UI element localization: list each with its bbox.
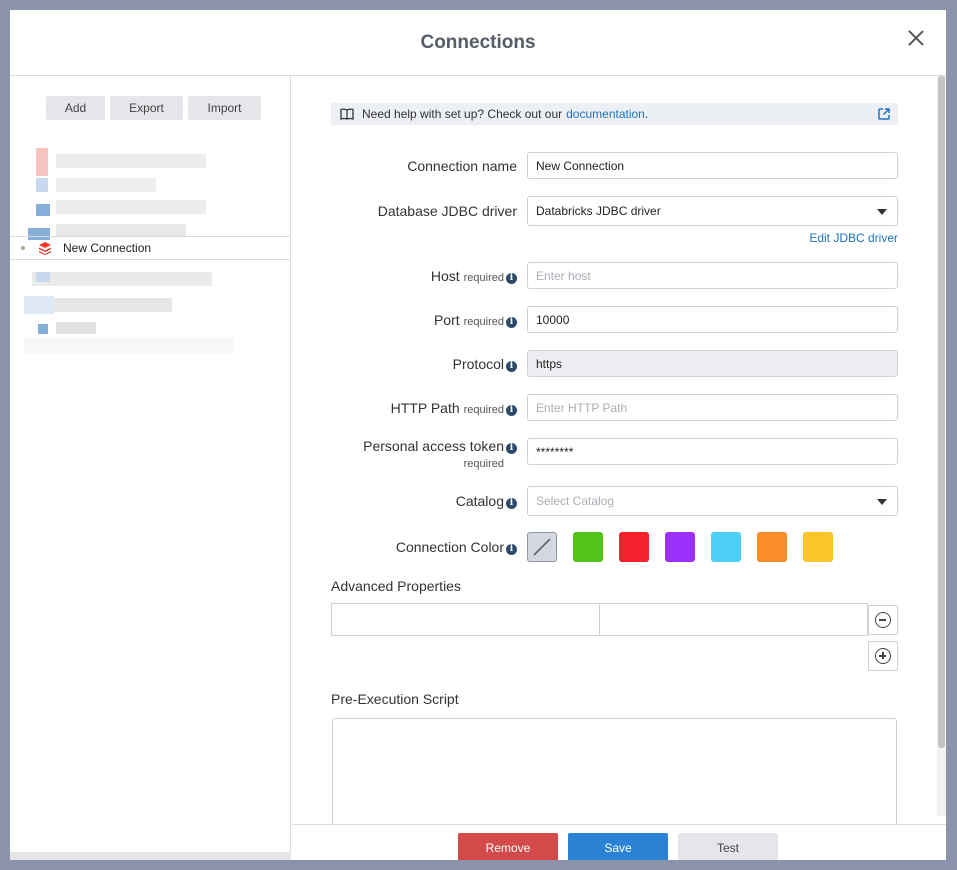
- connection-color-label: Connection Color i: [396, 539, 517, 555]
- connection-form: Need help with set up? Check out our doc…: [292, 76, 946, 860]
- info-icon[interactable]: i: [506, 498, 517, 509]
- property-value-input[interactable]: [599, 604, 867, 635]
- form-scrollbar-thumb[interactable]: [938, 76, 945, 748]
- color-swatch-green[interactable]: [573, 532, 603, 562]
- connection-name-input[interactable]: New Connection: [527, 152, 898, 179]
- jdbc-driver-value: Databricks JDBC driver: [536, 204, 661, 218]
- color-swatch-red[interactable]: [619, 532, 649, 562]
- connection-name-label: Connection name: [407, 158, 517, 174]
- databricks-icon: [39, 242, 51, 255]
- sidebar-toolbar: Add Export Import: [46, 96, 261, 120]
- add-button[interactable]: Add: [46, 96, 105, 120]
- catalog-label: Catalog i: [456, 493, 517, 509]
- protocol-input: https: [527, 350, 898, 377]
- catalog-placeholder: Select Catalog: [536, 494, 615, 508]
- color-swatch-none[interactable]: [527, 532, 557, 562]
- edit-jdbc-driver-link[interactable]: Edit JDBC driver: [809, 231, 898, 245]
- token-input[interactable]: ********: [527, 438, 898, 465]
- book-icon: [340, 108, 354, 120]
- port-label: Port required i: [434, 312, 517, 328]
- dialog-footer: Remove Save Test: [292, 824, 946, 860]
- pre-execution-script-label: Pre-Execution Script: [331, 691, 459, 707]
- info-icon[interactable]: i: [506, 405, 517, 416]
- close-icon[interactable]: [908, 30, 924, 46]
- sidebar-scrollbar[interactable]: [10, 852, 291, 860]
- protocol-label: Protocol i: [453, 356, 517, 372]
- add-property-button[interactable]: [868, 641, 898, 671]
- catalog-select[interactable]: Select Catalog: [527, 486, 898, 516]
- info-icon[interactable]: i: [506, 317, 517, 328]
- property-key-input[interactable]: [332, 604, 599, 635]
- external-link-icon[interactable]: [877, 107, 891, 121]
- color-swatch-orange[interactable]: [757, 532, 787, 562]
- plus-circle-icon: [875, 648, 891, 664]
- export-button[interactable]: Export: [110, 96, 183, 120]
- connection-item-new-connection[interactable]: New Connection: [10, 236, 291, 260]
- jdbc-driver-label: Database JDBC driver: [377, 203, 517, 219]
- advanced-properties-label: Advanced Properties: [331, 578, 461, 594]
- host-input[interactable]: Enter host: [527, 262, 898, 289]
- connections-sidebar: Add Export Import New Connection: [10, 76, 291, 860]
- port-input[interactable]: 10000: [527, 306, 898, 333]
- documentation-link[interactable]: documentation: [566, 107, 645, 121]
- chevron-down-icon: [877, 209, 887, 215]
- pre-execution-script-editor[interactable]: [332, 718, 897, 828]
- test-button[interactable]: Test: [678, 833, 778, 860]
- help-banner: Need help with set up? Check out our doc…: [331, 103, 898, 125]
- selected-indicator: [21, 246, 25, 250]
- dialog-header: Connections: [10, 10, 946, 76]
- host-label: Host required i: [431, 268, 517, 284]
- connections-dialog: Connections Add Export Import New Connec…: [10, 10, 946, 860]
- dialog-title: Connections: [420, 32, 536, 53]
- import-button[interactable]: Import: [188, 96, 261, 120]
- remove-button[interactable]: Remove: [458, 833, 558, 860]
- color-swatch-purple[interactable]: [665, 532, 695, 562]
- form-scrollbar[interactable]: [937, 76, 946, 816]
- info-icon[interactable]: i: [506, 443, 517, 454]
- info-icon[interactable]: i: [506, 273, 517, 284]
- help-suffix: .: [644, 107, 649, 121]
- no-color-icon: [533, 538, 551, 556]
- minus-circle-icon: [875, 612, 891, 628]
- jdbc-driver-select[interactable]: Databricks JDBC driver: [527, 196, 898, 226]
- color-swatch-yellow[interactable]: [803, 532, 833, 562]
- info-icon[interactable]: i: [506, 361, 517, 372]
- token-label: Personal access token i required: [363, 438, 517, 472]
- color-swatch-cyan[interactable]: [711, 532, 741, 562]
- chevron-down-icon: [877, 499, 887, 505]
- save-button[interactable]: Save: [568, 833, 668, 860]
- help-text: Need help with set up? Check out our: [362, 107, 563, 121]
- advanced-properties-row: [331, 603, 868, 636]
- info-icon[interactable]: i: [506, 544, 517, 555]
- connection-item-label: New Connection: [63, 241, 152, 255]
- remove-property-button[interactable]: [868, 605, 898, 635]
- http-path-input[interactable]: Enter HTTP Path: [527, 394, 898, 421]
- http-path-label: HTTP Path required i: [391, 400, 517, 416]
